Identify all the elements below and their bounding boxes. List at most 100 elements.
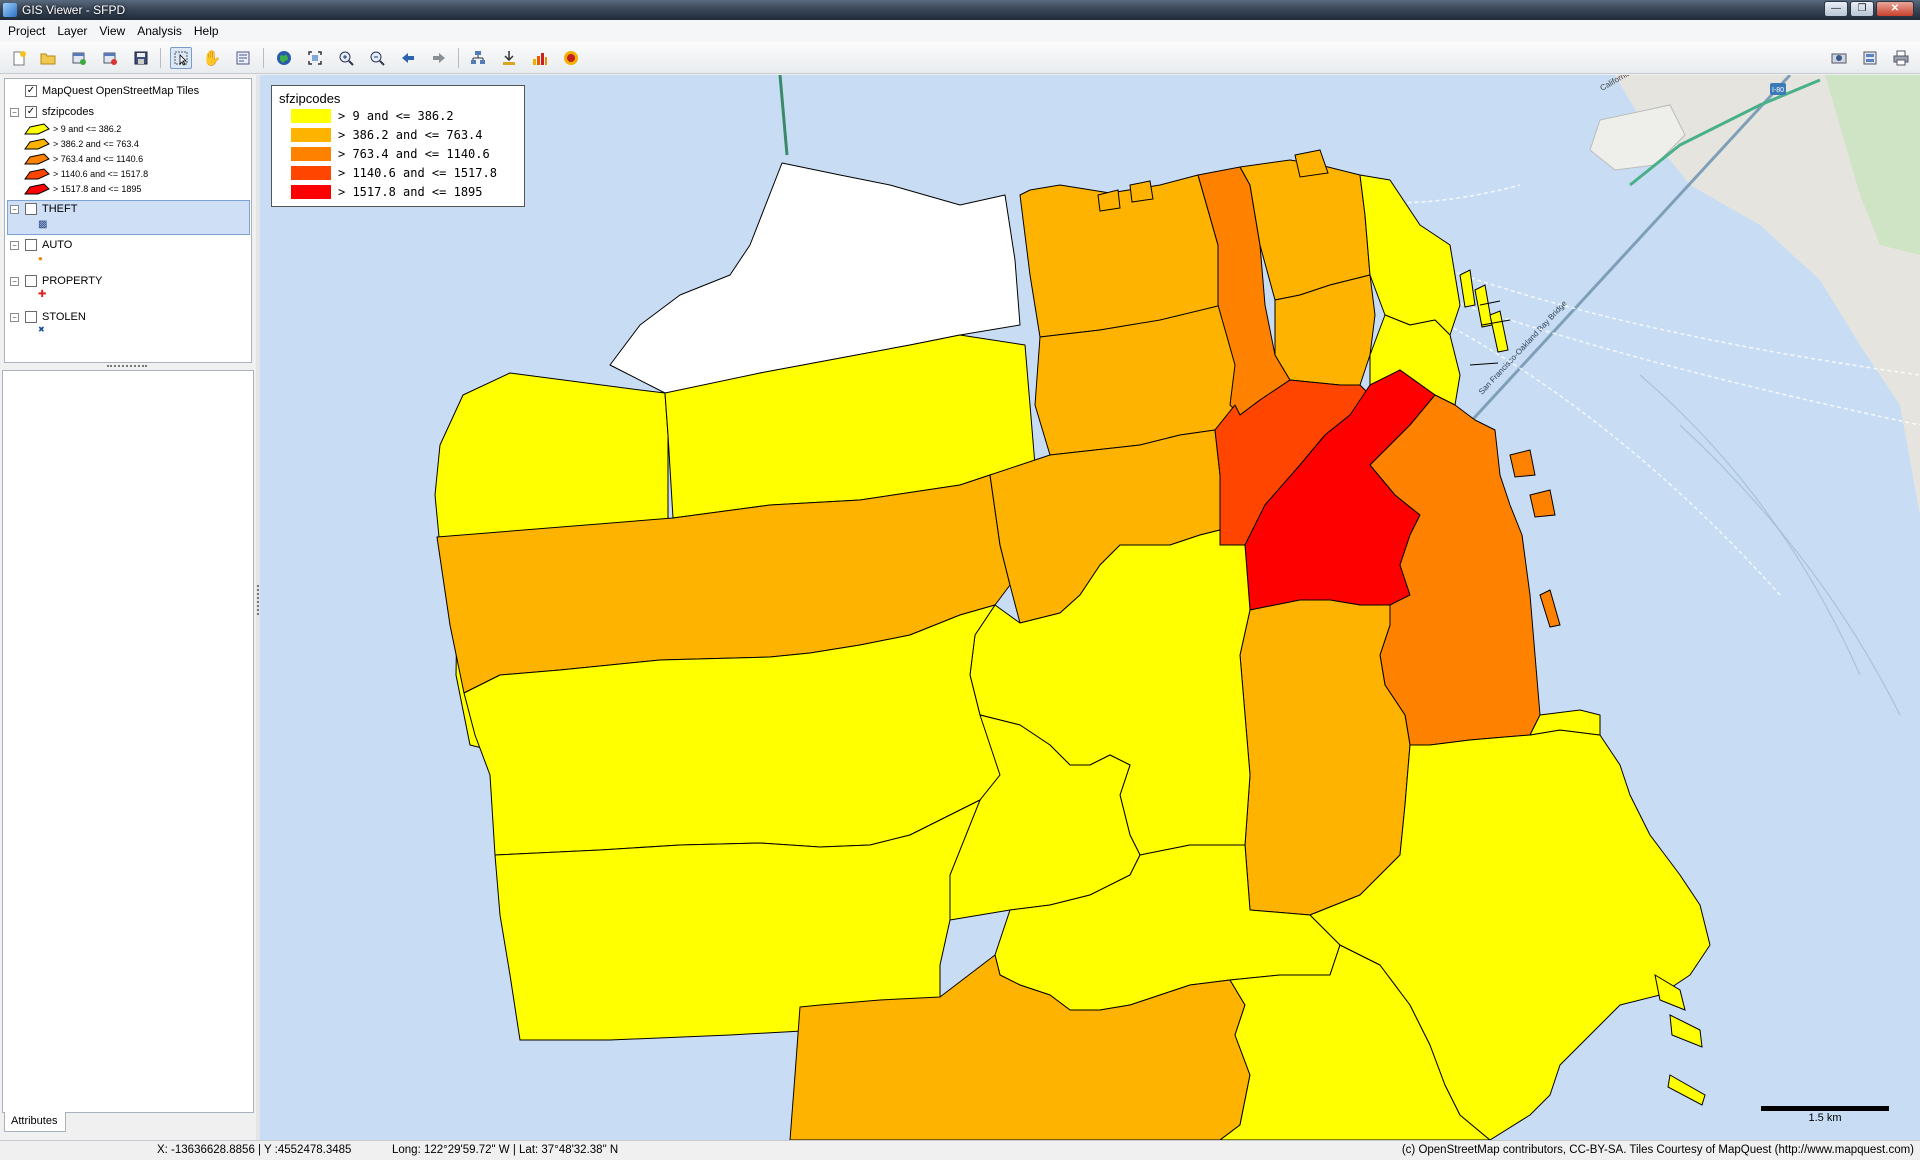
add-layer-icon[interactable] [68, 47, 90, 69]
layer-row-auto[interactable]: − AUTO [5, 237, 72, 253]
zoom-layer-icon[interactable] [304, 47, 326, 69]
map-legend: sfzipcodes > 9 and <= 386.2 > 386.2 and … [271, 85, 525, 207]
status-lonlat: Long: 122°29'59.72" W | Lat: 37°48'32.38… [392, 1144, 619, 1156]
layer-properties-icon[interactable] [467, 47, 489, 69]
layers-panel: ✓ MapQuest OpenStreetMap Tiles − ✓ sfzip… [4, 78, 252, 363]
legend-class-item: > 763.4 and <= 1140.6 [24, 151, 143, 166]
panel-splitter-handle[interactable] [107, 365, 147, 369]
layer-row-sfzipcodes[interactable]: − ✓ sfzipcodes [5, 104, 94, 120]
zoom-in-icon[interactable] [335, 47, 357, 69]
golden-gate-approach [778, 75, 789, 156]
collapse-icon[interactable]: − [10, 204, 19, 214]
forward-icon[interactable] [428, 47, 450, 69]
collapse-icon[interactable]: − [10, 107, 19, 117]
minimize-button[interactable]: — [1824, 1, 1848, 17]
legend-swatch [291, 165, 331, 180]
layer-name: PROPERTY [42, 275, 103, 287]
full-extent-icon[interactable] [273, 47, 295, 69]
polygon-swatch-icon [24, 167, 50, 179]
layer-name: THEFT [42, 203, 78, 215]
legend-row: > 1140.6 and <= 1517.8 [279, 163, 524, 182]
export-icon[interactable] [1859, 47, 1881, 69]
record-icon[interactable] [560, 47, 582, 69]
app-icon [3, 3, 17, 17]
legend-row: > 763.4 and <= 1140.6 [279, 144, 524, 163]
status-xy: X: -13636628.8856 | Y :4552478.3485 [157, 1144, 352, 1156]
sfzipcodes-checkbox[interactable]: ✓ [25, 106, 37, 118]
legend-swatch [291, 146, 331, 161]
open-project-icon[interactable] [37, 47, 59, 69]
maximize-button[interactable]: ❐ [1850, 1, 1874, 17]
zip-polygon-outer-richmond [434, 372, 669, 538]
select-tool-icon[interactable] [170, 47, 192, 69]
remove-layer-icon[interactable] [99, 47, 121, 69]
property-checkbox[interactable] [25, 275, 37, 287]
save-icon[interactable] [130, 47, 152, 69]
legend-swatch [291, 127, 331, 142]
pan-tool-icon[interactable]: ✋ [201, 47, 223, 69]
legend-swatch [291, 184, 331, 199]
map-view[interactable]: San Francisco-Oakland Bay Bridge Califor… [260, 75, 1920, 1140]
chart-icon[interactable] [529, 47, 551, 69]
legend-title: sfzipcodes [279, 91, 341, 106]
legend-class-item: > 9 and <= 386.2 [24, 121, 121, 136]
scale-label: 1.5 km [1808, 1112, 1842, 1124]
menu-analysis[interactable]: Analysis [131, 24, 188, 38]
layer-name: AUTO [42, 239, 73, 251]
polygon-swatch-icon [24, 152, 50, 164]
layer-name: STOLEN [42, 311, 86, 323]
layer-row-property[interactable]: − PROPERTY [5, 273, 102, 289]
scale-bar: 1.5 km [1761, 1106, 1889, 1124]
toolbar: ✋ [0, 42, 1920, 74]
identify-tool-icon[interactable] [232, 47, 254, 69]
stolen-checkbox[interactable] [25, 311, 37, 323]
stolen-symbol-icon: ✖ [38, 325, 45, 334]
menu-bar: Project Layer View Analysis Help [0, 20, 1920, 42]
polygon-swatch-icon [24, 122, 50, 134]
map-canvas[interactable]: San Francisco-Oakland Bay Bridge Califor… [260, 75, 1920, 1140]
interstate-label: I-80 [1772, 87, 1784, 94]
bridge-label: San Francisco-Oakland Bay Bridge [1477, 298, 1569, 396]
collapse-icon[interactable]: − [10, 276, 19, 286]
legend-row: > 386.2 and <= 763.4 [279, 125, 524, 144]
status-bar: X: -13636628.8856 | Y :4552478.3485 Long… [0, 1140, 1920, 1160]
legend-class-item: > 1517.8 and <= 1895 [24, 181, 141, 196]
collapse-icon[interactable]: − [10, 312, 19, 322]
print-icon[interactable] [1890, 47, 1912, 69]
layer-name: MapQuest OpenStreetMap Tiles [42, 85, 200, 97]
status-attribution: (c) OpenStreetMap contributors, CC-BY-SA… [1401, 1144, 1914, 1156]
theft-checkbox[interactable] [25, 203, 37, 215]
new-project-icon[interactable] [8, 47, 30, 69]
theft-symbol-icon: ▩ [38, 219, 48, 230]
menu-help[interactable]: Help [188, 24, 225, 38]
auto-checkbox[interactable] [25, 239, 37, 251]
close-button[interactable]: ✕ [1876, 1, 1914, 17]
layer-row-basemap[interactable]: ✓ MapQuest OpenStreetMap Tiles [5, 83, 199, 99]
legend-class-item: > 386.2 and <= 763.4 [24, 136, 139, 151]
attribute-table-icon[interactable] [498, 47, 520, 69]
legend-swatch [291, 108, 331, 123]
sfzipcodes-layer [434, 159, 1711, 1140]
legend-row: > 1517.8 and <= 1895 [279, 182, 524, 201]
auto-symbol-icon: ● [38, 254, 43, 263]
attributes-panel [2, 370, 254, 1113]
collapse-icon[interactable]: − [10, 240, 19, 250]
layer-row-stolen[interactable]: − STOLEN [5, 309, 86, 325]
basemap-checkbox[interactable]: ✓ [25, 85, 37, 97]
title-bar: GIS Viewer - SFPD — ❐ ✕ [0, 0, 1920, 20]
layer-row-theft[interactable]: − THEFT [5, 201, 77, 217]
legend-row: > 9 and <= 386.2 [279, 106, 524, 125]
back-icon[interactable] [397, 47, 419, 69]
menu-view[interactable]: View [93, 24, 131, 38]
legend-class-item: > 1140.6 and <= 1517.8 [24, 166, 148, 181]
property-symbol-icon: ✚ [38, 289, 47, 300]
layer-name: sfzipcodes [42, 106, 94, 118]
window-title: GIS Viewer - SFPD [22, 3, 126, 17]
menu-layer[interactable]: Layer [51, 24, 93, 38]
zoom-out-icon[interactable] [366, 47, 388, 69]
print-preview-icon[interactable] [1828, 47, 1850, 69]
polygon-swatch-icon [24, 137, 50, 149]
left-pane: ✓ MapQuest OpenStreetMap Tiles − ✓ sfzip… [0, 75, 256, 1140]
menu-project[interactable]: Project [2, 24, 51, 38]
tab-attributes[interactable]: Attributes [4, 1112, 66, 1132]
